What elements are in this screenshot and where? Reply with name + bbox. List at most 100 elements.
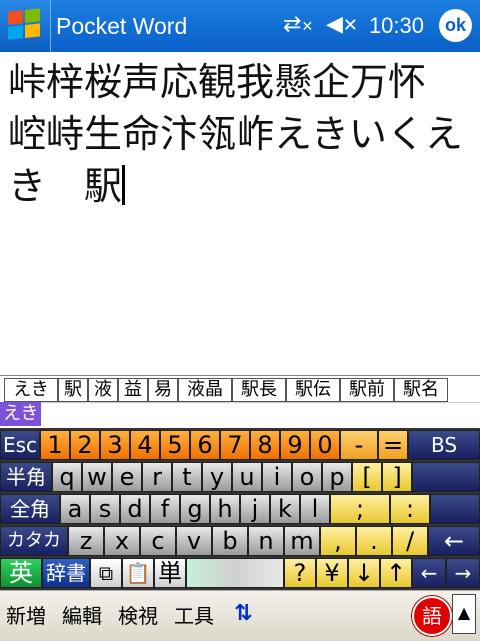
candidate-item[interactable]: 駅 xyxy=(58,378,88,402)
menu-view[interactable]: 検視 xyxy=(118,591,158,641)
paste-icon[interactable]: 📋 xyxy=(122,558,154,588)
key-blank[interactable] xyxy=(412,462,480,492)
key-tango[interactable]: 単 xyxy=(154,558,186,588)
document-body[interactable]: 峠梓桜声応観我懸企万怀 崆峙生命汴瓴岞えきいくえ き 駅 xyxy=(8,56,470,366)
key-arrow-up[interactable]: ↑ xyxy=(380,558,412,588)
key-x[interactable]: x xyxy=(104,526,140,556)
key-u[interactable]: u xyxy=(232,462,262,492)
input-method-button[interactable]: 語 xyxy=(412,596,452,636)
reading-indicator: えき xyxy=(0,402,42,426)
key-k[interactable]: k xyxy=(270,494,300,524)
key-h[interactable]: h xyxy=(210,494,240,524)
key-semicolon[interactable]: ; xyxy=(330,494,390,524)
key-w[interactable]: w xyxy=(82,462,112,492)
candidate-item[interactable]: 駅長 xyxy=(232,378,286,402)
key-s[interactable]: s xyxy=(90,494,120,524)
key-slash[interactable]: / xyxy=(392,526,428,556)
menu-bar: 新増 編輯 検視 工具 ⇅ xyxy=(0,590,480,641)
key-question[interactable]: ? xyxy=(284,558,316,588)
key-j[interactable]: j xyxy=(240,494,270,524)
title-bar: Pocket Word ⇄✕ ◀︎✕ 10:30 ok xyxy=(0,0,480,52)
key-8[interactable]: 8 xyxy=(250,430,280,460)
key-n[interactable]: n xyxy=(248,526,284,556)
document-line-text: き 駅 xyxy=(8,164,123,208)
swap-arrows-icon[interactable]: ⇅ xyxy=(234,601,252,626)
key-f[interactable]: f xyxy=(150,494,180,524)
input-panel-arrow-button[interactable]: ▲ xyxy=(452,594,476,634)
key-backspace[interactable]: BS xyxy=(408,430,480,460)
copy-icon[interactable]: ⧉ xyxy=(90,558,122,588)
key-q[interactable]: q xyxy=(52,462,82,492)
key-m[interactable]: m xyxy=(284,526,320,556)
key-arrow-right[interactable]: → xyxy=(446,558,480,588)
key-colon[interactable]: : xyxy=(390,494,430,524)
candidate-item[interactable]: 液 xyxy=(88,378,118,402)
document-line: 崆峙生命汴瓴岞えきいくえ xyxy=(8,112,463,156)
clock[interactable]: 10:30 xyxy=(369,0,424,52)
key-hankaku[interactable]: 半角 xyxy=(0,462,52,492)
key-bracket-right[interactable]: ] xyxy=(382,462,412,492)
key-dictionary[interactable]: 辞書 xyxy=(42,558,90,588)
menu-edit[interactable]: 編輯 xyxy=(62,591,102,641)
text-caret xyxy=(122,165,126,205)
document-line: き 駅 xyxy=(8,160,470,212)
key-z[interactable]: z xyxy=(68,526,104,556)
key-zenkaku[interactable]: 全角 xyxy=(0,494,60,524)
key-eisu[interactable]: 英 xyxy=(0,558,42,588)
document-line: 峠梓桜声応観我懸企万怀 xyxy=(8,60,427,104)
speaker-icon[interactable]: ◀︎✕ xyxy=(326,12,358,37)
candidate-bar: えき 駅 液 益 易 液晶 駅長 駅伝 駅前 駅名 xyxy=(0,375,480,403)
menu-new[interactable]: 新増 xyxy=(6,591,46,641)
key-bracket-left[interactable]: [ xyxy=(352,462,382,492)
key-t[interactable]: t xyxy=(172,462,202,492)
key-enter[interactable]: ← xyxy=(428,526,480,556)
candidate-item[interactable]: 駅伝 xyxy=(286,378,340,402)
key-arrow-down[interactable]: ↓ xyxy=(348,558,380,588)
key-g[interactable]: g xyxy=(180,494,210,524)
key-blank-right[interactable] xyxy=(430,494,480,524)
candidate-item[interactable]: 液晶 xyxy=(178,378,232,402)
app-title: Pocket Word xyxy=(56,13,188,39)
key-comma[interactable]: , xyxy=(320,526,356,556)
candidate-item[interactable]: えき xyxy=(4,378,58,402)
key-c[interactable]: c xyxy=(140,526,176,556)
candidate-item[interactable]: 易 xyxy=(148,378,178,402)
key-b[interactable]: b xyxy=(212,526,248,556)
key-arrow-left[interactable]: ← xyxy=(412,558,446,588)
key-9[interactable]: 9 xyxy=(280,430,310,460)
key-y[interactable]: y xyxy=(202,462,232,492)
candidate-item[interactable]: 駅前 xyxy=(340,378,394,402)
key-period[interactable]: . xyxy=(356,526,392,556)
key-6[interactable]: 6 xyxy=(190,430,220,460)
key-equals[interactable]: = xyxy=(378,430,408,460)
network-icon[interactable]: ⇄✕ xyxy=(283,12,313,37)
key-3[interactable]: 3 xyxy=(100,430,130,460)
key-katakana[interactable]: カタカナ xyxy=(0,526,68,579)
key-2[interactable]: 2 xyxy=(70,430,100,460)
key-o[interactable]: o xyxy=(292,462,322,492)
key-esc[interactable]: Esc xyxy=(0,430,40,460)
start-button[interactable] xyxy=(0,0,51,52)
key-7[interactable]: 7 xyxy=(220,430,250,460)
key-0[interactable]: 0 xyxy=(310,430,340,460)
key-i[interactable]: i xyxy=(262,462,292,492)
key-space[interactable] xyxy=(186,558,284,588)
ok-button[interactable]: ok xyxy=(439,9,472,42)
key-r[interactable]: r xyxy=(142,462,172,492)
software-keyboard: Esc 1 2 3 4 5 6 7 8 9 0 - = BS 半角 q w e … xyxy=(0,428,480,590)
key-v[interactable]: v xyxy=(176,526,212,556)
key-p[interactable]: p xyxy=(322,462,352,492)
key-minus[interactable]: - xyxy=(340,430,378,460)
candidate-item[interactable]: 駅名 xyxy=(394,378,448,402)
key-a[interactable]: a xyxy=(60,494,90,524)
windows-start-icon xyxy=(8,8,42,44)
key-1[interactable]: 1 xyxy=(40,430,70,460)
candidate-item[interactable]: 益 xyxy=(118,378,148,402)
key-yen[interactable]: ¥ xyxy=(316,558,348,588)
key-4[interactable]: 4 xyxy=(130,430,160,460)
key-l[interactable]: l xyxy=(300,494,330,524)
key-d[interactable]: d xyxy=(120,494,150,524)
key-e[interactable]: e xyxy=(112,462,142,492)
key-5[interactable]: 5 xyxy=(160,430,190,460)
menu-tools[interactable]: 工具 xyxy=(174,591,214,641)
